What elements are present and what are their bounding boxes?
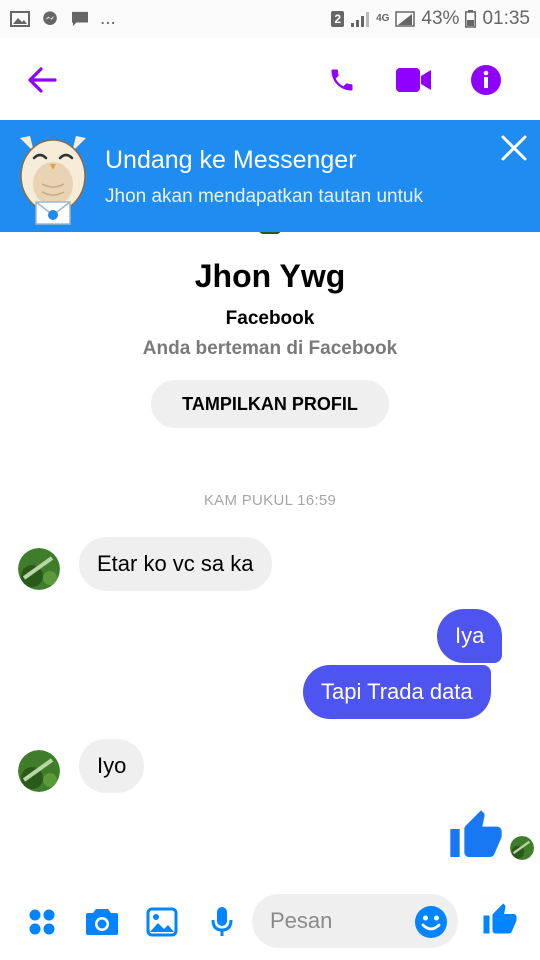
message-bubble[interactable]: Tapi Trada data bbox=[303, 665, 491, 719]
emoji-button[interactable] bbox=[414, 905, 448, 939]
friendship-status: Anda berteman di Facebook bbox=[142, 338, 398, 359]
info-button[interactable] bbox=[464, 58, 508, 102]
battery-icon bbox=[465, 10, 477, 28]
gallery-button[interactable] bbox=[142, 902, 182, 942]
clock: 01:35 bbox=[482, 8, 530, 29]
voice-call-button[interactable] bbox=[320, 58, 364, 102]
message-bubble[interactable]: Iya bbox=[437, 609, 503, 663]
emoji-icon bbox=[415, 906, 447, 938]
contact-avatar[interactable] bbox=[18, 750, 60, 792]
system-status: 2 4G 43% 01:35 bbox=[331, 8, 530, 30]
camera-button[interactable] bbox=[82, 902, 122, 942]
video-call-button[interactable] bbox=[392, 58, 436, 102]
back-button[interactable] bbox=[20, 58, 64, 102]
notification-icons: ... bbox=[10, 8, 116, 30]
invite-close-button[interactable] bbox=[494, 128, 534, 168]
signal-icon bbox=[351, 12, 370, 27]
thumbs-up-icon bbox=[450, 810, 502, 857]
gallery-icon bbox=[10, 11, 30, 27]
messenger-icon bbox=[43, 11, 57, 25]
network-type: 4G bbox=[376, 13, 390, 24]
message-bubble[interactable]: Etar ko vc sa ka bbox=[79, 537, 272, 591]
invite-subtitle: Jhon akan mendapatkan tautan untuk bbox=[105, 186, 423, 207]
chat-icon bbox=[72, 11, 88, 27]
view-profile-button[interactable]: TAMPILKAN PROFIL bbox=[151, 380, 389, 428]
contact-source: Facebook bbox=[225, 308, 315, 329]
more-notifications: ... bbox=[100, 8, 116, 29]
camera-icon bbox=[86, 909, 118, 935]
info-icon bbox=[471, 65, 501, 95]
contact-avatar[interactable] bbox=[18, 548, 60, 590]
thumbs-up-icon bbox=[483, 903, 517, 934]
status-bar: ... 2 4G 43% 01:35 bbox=[0, 0, 540, 38]
image-icon bbox=[146, 907, 178, 937]
back-arrow-icon bbox=[28, 67, 57, 93]
battery-percent: 43% bbox=[421, 8, 460, 29]
seen-receipt-avatar bbox=[510, 836, 534, 860]
apps-icon bbox=[29, 909, 55, 935]
message-timestamp: KAM PUKUL 16:59 bbox=[203, 492, 337, 509]
microphone-icon bbox=[211, 907, 233, 936]
video-camera-icon bbox=[396, 68, 431, 92]
owl-mascot-icon bbox=[20, 136, 86, 225]
invite-banner[interactable]: Undang ke Messenger Jhon akan mendapatka… bbox=[0, 120, 540, 232]
like-message[interactable] bbox=[448, 808, 504, 864]
send-like-button[interactable] bbox=[480, 900, 520, 940]
contact-name: Jhon Ywg bbox=[194, 258, 346, 294]
sim-badge: 2 bbox=[331, 11, 345, 27]
signal-icon-2 bbox=[395, 11, 416, 27]
conversation-header bbox=[0, 38, 540, 120]
message-composer bbox=[0, 880, 540, 960]
close-icon bbox=[501, 135, 527, 161]
message-bubble[interactable]: Iyo bbox=[79, 739, 145, 793]
invite-title: Undang ke Messenger bbox=[105, 146, 357, 174]
voice-message-button[interactable] bbox=[202, 902, 242, 942]
phone-icon bbox=[331, 69, 353, 91]
more-actions-button[interactable] bbox=[22, 902, 62, 942]
